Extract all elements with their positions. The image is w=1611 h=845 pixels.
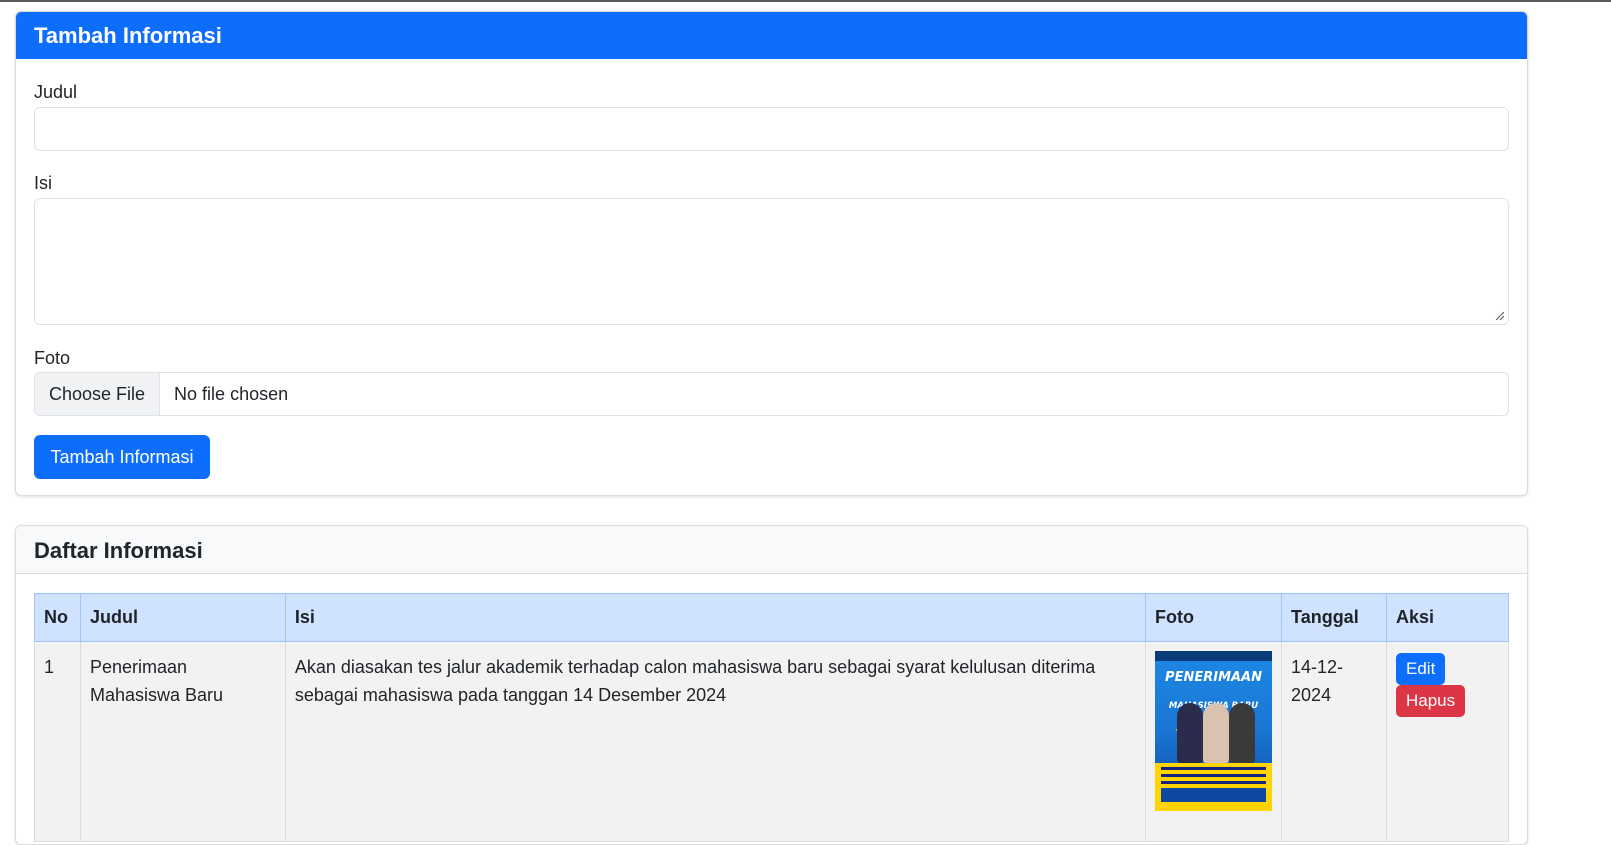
isi-textarea[interactable] bbox=[34, 198, 1509, 325]
add-information-card: Tambah Informasi Judul Isi Foto Choose F… bbox=[15, 11, 1528, 496]
add-information-header: Tambah Informasi bbox=[16, 12, 1527, 59]
poster-person-right bbox=[1229, 703, 1256, 763]
poster-top-bar bbox=[1155, 651, 1273, 661]
delete-button[interactable]: Hapus bbox=[1396, 685, 1466, 717]
poster-info-band bbox=[1155, 763, 1273, 811]
isi-label: Isi bbox=[34, 173, 52, 193]
column-header-foto: Foto bbox=[1145, 593, 1283, 642]
poster-image: PENERIMAAN MAHASISWA BARU TA 2022/2023 bbox=[1155, 651, 1273, 811]
add-information-button[interactable]: Tambah Informasi bbox=[34, 435, 210, 479]
judul-input[interactable] bbox=[34, 107, 1509, 151]
table-header-row: No Judul Isi Foto Tanggal Aksi bbox=[34, 593, 1509, 642]
column-header-tanggal: Tanggal bbox=[1281, 593, 1387, 642]
information-list-header: Daftar Informasi bbox=[16, 526, 1527, 574]
file-status-text: No file chosen bbox=[174, 383, 289, 404]
choose-file-button[interactable]: Choose File bbox=[35, 373, 161, 415]
foto-label: Foto bbox=[34, 348, 71, 368]
poster-title-line1: PENERIMAAN bbox=[1165, 670, 1263, 685]
cell-tanggal: 14-12-2024 bbox=[1281, 641, 1387, 842]
cell-isi: Akan diasakan tes jalur akademik terhada… bbox=[284, 641, 1147, 842]
edit-button[interactable]: Edit bbox=[1396, 653, 1446, 685]
poster-person-left bbox=[1177, 703, 1204, 763]
column-header-aksi: Aksi bbox=[1386, 593, 1509, 642]
poster-person-middle bbox=[1203, 703, 1230, 763]
cell-foto: PENERIMAAN MAHASISWA BARU TA 2022/2023 bbox=[1145, 641, 1283, 842]
cell-no: 1 bbox=[34, 641, 81, 842]
cell-judul: Penerimaan Mahasiswa Baru bbox=[79, 641, 286, 842]
cell-aksi: Edit Hapus bbox=[1386, 641, 1509, 842]
information-table: No Judul Isi Foto Tanggal Aksi 1 Penerim… bbox=[34, 593, 1509, 842]
judul-label: Judul bbox=[34, 82, 78, 102]
information-list-card: Daftar Informasi No Judul Isi Foto Tangg… bbox=[15, 525, 1528, 845]
scrollbar-track[interactable] bbox=[1568, 2, 1611, 828]
column-header-isi: Isi bbox=[284, 593, 1147, 642]
resize-handle-icon[interactable] bbox=[1494, 310, 1504, 320]
column-header-no: No bbox=[34, 593, 81, 642]
column-header-judul: Judul bbox=[79, 593, 286, 642]
table-row: 1 Penerimaan Mahasiswa Baru Akan diasaka… bbox=[34, 641, 1509, 842]
foto-file-input[interactable]: Choose File No file chosen bbox=[34, 372, 1509, 416]
